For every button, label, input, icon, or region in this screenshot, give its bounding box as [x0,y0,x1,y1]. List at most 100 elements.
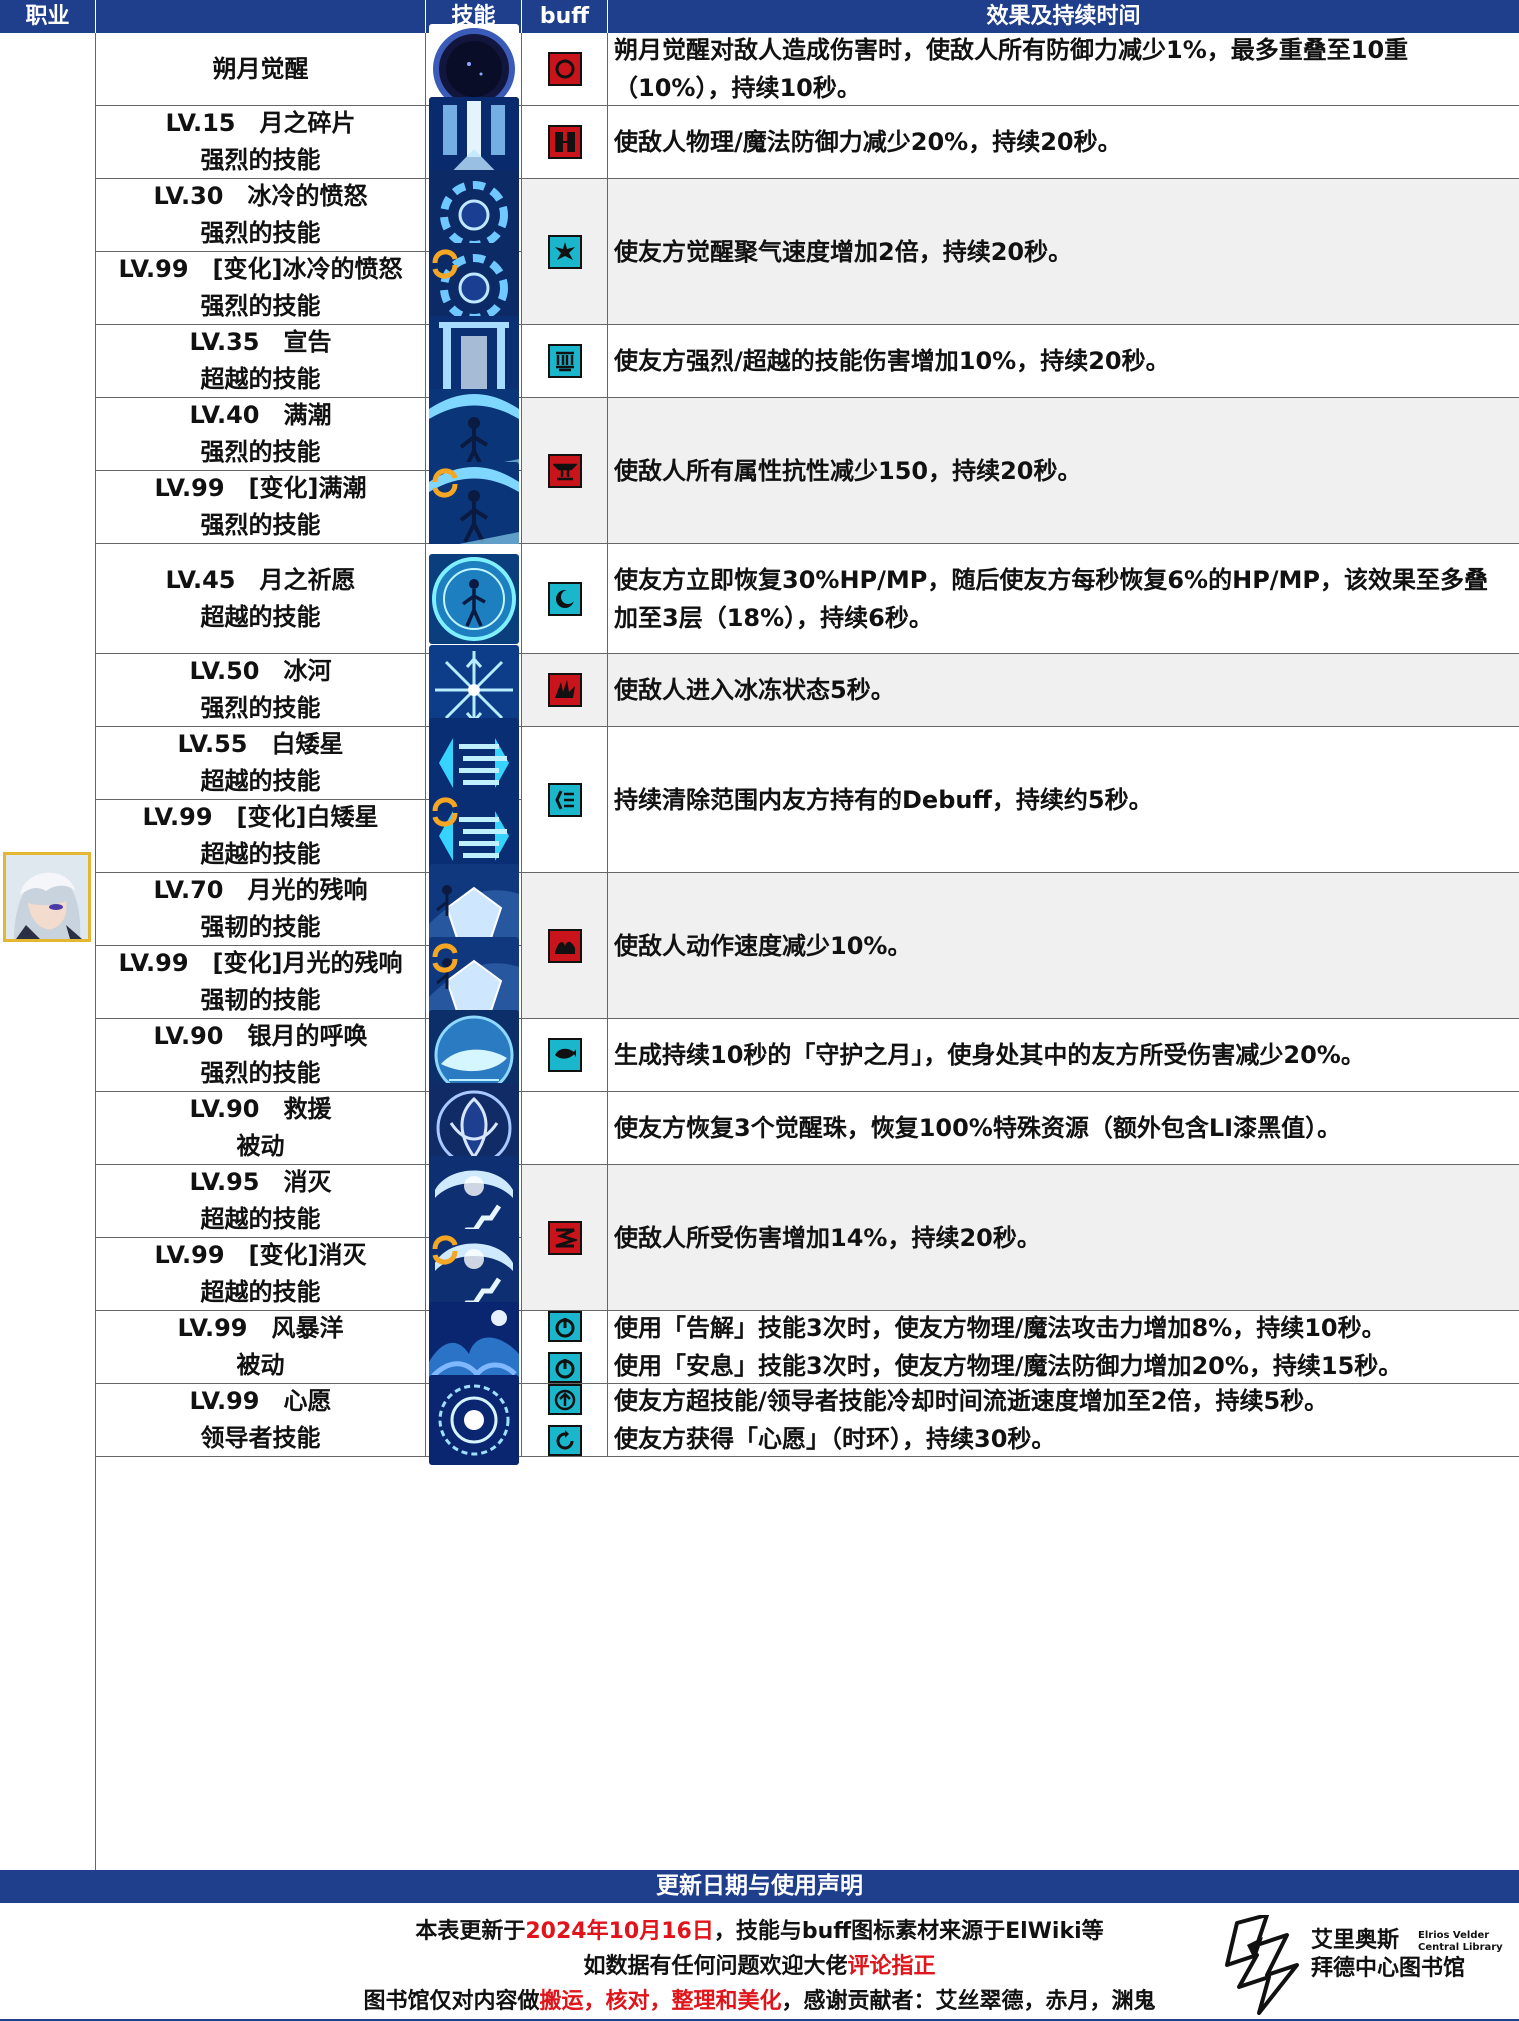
skill-icon-cell [426,544,522,654]
skill-name-line: LV.55 白矮星 [177,730,344,758]
skill-name-line: 被动 [236,1351,285,1379]
footer-line3-highlight: 搬运，核对，整理和美化 [539,1989,782,2014]
debuff-icon [547,453,582,488]
effect-line: 使用「安息」技能3次时，使友方物理/魔法防御力增加20%，持续15秒。 [614,1352,1403,1380]
buff-icon [547,1352,582,1383]
logo-text-en-2: Central Library [1418,1942,1503,1953]
buff-icon-cell [522,33,608,106]
table-header: 职业 技能 buff 效果及持续时间 [0,0,1519,33]
buff-icon-cell [522,179,608,325]
effect-cell: 使友方强烈/超越的技能伤害增加10%，持续20秒。 [608,325,1519,398]
skill-table: 朔月觉醒 LV.15 月之碎片 强烈的技能 LV.30 冰冷的愤怒 强烈的技能 LV.99… [0,24,1519,1870]
footer-line3-text: 图书馆仅对内容做 [363,1989,540,2014]
skill-name-cell: LV.99 [变化]白矮星 超越的技能 [96,800,426,873]
buff-icon-cell [522,398,608,544]
skill-name-line: 强烈的技能 [200,511,321,539]
effect-line: 使敌人所受伤害增加14%，持续20秒。 [614,1223,1041,1252]
skill-name-cell: LV.90 救援 被动 [96,1092,426,1165]
effect-line: 使敌人进入冰冻状态5秒。 [614,676,895,704]
effect-cell: 使友方恢复3个觉醒珠，恢复100%特殊资源（额外包含LI漆黑值）。 [608,1092,1519,1165]
header-buff: buff [522,0,608,33]
skill-icon-cell [426,718,522,808]
effect-line: 使敌人所有属性抗性减少150，持续20秒。 [614,456,1082,485]
skill-name-line: LV.35 宣告 [189,328,332,356]
skill-name-cell: LV.99 心愿 领导者技能 [96,1384,426,1457]
logo-text-zh-2: 拜德中心图书馆 [1311,1956,1466,1981]
effect-line: 使友方立即恢复30%HP/MP，随后使友方每秒恢复6%的HP/MP，该效果至多叠… [614,565,1489,632]
buff-icon-cell [522,325,608,398]
effect-cell: 使敌人所有属性抗性减少150，持续20秒。 [608,398,1519,544]
footer-notice: 本表更新于2024年10月16日，技能与buff图标素材来源于ElWiki等 如… [0,1903,1519,2021]
buff-icon [547,1384,582,1415]
header-job: 职业 [0,0,96,33]
effect-line: 使敌人物理/魔法防御力减少20%，持续20秒。 [614,128,1122,156]
debuff-icon [547,1220,582,1255]
skill-name-line: 超越的技能 [200,1278,321,1306]
skill-icon-cell [426,791,522,881]
buff-icon [547,1425,582,1456]
skill-name-cell: LV.99 [变化]消灭 超越的技能 [96,1238,426,1311]
skill-name-cell: LV.99 风暴洋 被动 [96,1311,426,1384]
skill-buff-table-page: 职业 技能 buff 效果及持续时间 朔月觉醒 LV.15 月之碎片 强烈的技能 LV… [0,0,1519,2021]
buff-icon [547,581,582,616]
footer-line2-text: 如数据有任何问题欢迎大佬 [583,1954,848,1979]
debuff-icon [547,125,582,159]
skill-name-line: LV.15 月之碎片 [165,109,356,137]
skill-name-cell: LV.99 [变化]月光的残响 强韧的技能 [96,946,426,1019]
skill-name-line: 强烈的技能 [200,219,321,247]
skill-name-line: LV.30 冰冷的愤怒 [153,182,368,210]
skill-icon-7 [428,553,519,644]
buff-icon [547,344,582,378]
buff-icon [547,1038,582,1072]
skill-name-line: LV.99 [变化]白矮星 [142,803,379,831]
effect-line: 持续清除范围内友方持有的Debuff，持续约5秒。 [614,785,1153,814]
skill-name-line: 强韧的技能 [200,986,321,1014]
buff-icon [547,1311,582,1342]
buff-icon-cell [522,1311,608,1384]
effect-line: 使友方恢复3个觉醒珠，恢复100%特殊资源（额外包含LI漆黑值）。 [614,1114,1342,1142]
buff-icon-cell [522,727,608,873]
effect-cell: 朔月觉醒对敌人造成伤害时，使敌人所有防御力减少1%，最多重叠至10重（10%），… [608,33,1519,106]
skill-icon-cell [426,316,522,406]
skill-name-line: LV.70 月光的残响 [153,876,368,904]
skill-name-line: 强烈的技能 [200,438,321,466]
skill-icon-6 [428,462,519,552]
footer-title: 更新日期与使用声明 [0,1870,1519,1903]
skill-name-cell: 朔月觉醒 [96,33,426,106]
skill-name-cell: LV.95 消灭 超越的技能 [96,1165,426,1238]
debuff-icon [547,673,582,707]
skill-icon-cell [426,170,522,260]
buff-icon-cell [522,873,608,1019]
skill-icon-cell [426,1302,522,1392]
skill-name-line: LV.99 [变化]消灭 [154,1241,367,1269]
header-effect: 效果及持续时间 [986,4,1141,29]
skill-name-line: LV.99 [变化]冰冷的愤怒 [118,255,403,283]
buff-icon-cell [522,1165,608,1311]
skill-name-line: 被动 [236,1132,285,1160]
skill-name-cell: LV.40 满潮 强烈的技能 [96,398,426,471]
skill-name-line: LV.99 心愿 [189,1387,332,1415]
skill-icon-cell [426,243,522,333]
buff-icon-cell [522,544,608,654]
effect-cell: 使敌人进入冰冻状态5秒。 [608,654,1519,727]
effect-cell: 使友方觉醒聚气速度增加2倍，持续20秒。 [608,179,1519,325]
buff-icon [547,782,582,817]
skill-icon-cell [426,24,522,114]
buff-icon-cell [522,654,608,727]
skill-icon-cell [426,1010,522,1100]
skill-name-line: 超越的技能 [200,767,321,795]
buff-icon-cell [522,106,608,179]
skill-name-cell: LV.50 冰河 强烈的技能 [96,654,426,727]
debuff-icon [547,928,582,963]
skill-name-line: 朔月觉醒 [212,54,309,83]
skill-icon-cell [426,1083,522,1173]
effect-cell: 使敌人所受伤害增加14%，持续20秒。 [608,1165,1519,1311]
skill-name-line: LV.40 满潮 [189,401,332,429]
skill-icon-cell [426,462,522,552]
footer-line2-highlight: 评论指正 [847,1954,936,1979]
skill-icon-cell [426,389,522,479]
skill-name-line: LV.99 [变化]满潮 [154,474,367,502]
skill-name-line: 强烈的技能 [200,1059,321,1087]
skill-name-line: LV.90 银月的呼唤 [153,1022,368,1050]
skill-icon-cell [426,1229,522,1319]
